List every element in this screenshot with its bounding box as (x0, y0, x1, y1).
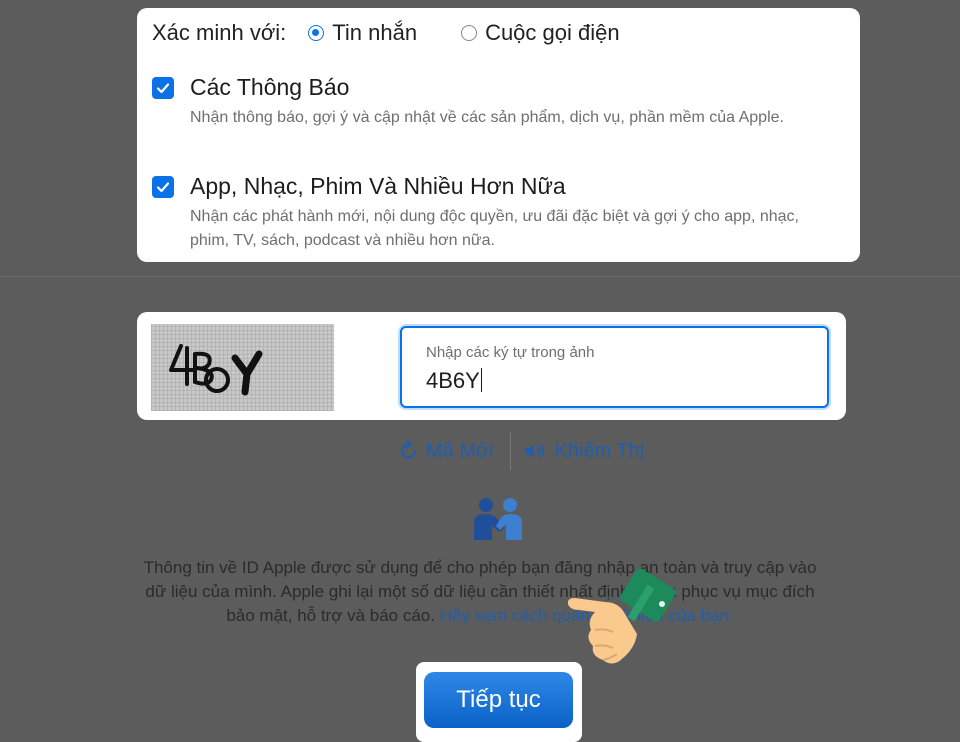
verify-method-row: Xác minh với: Tin nhắn Cuộc gọi điện (152, 20, 664, 46)
radio-text-message-label: Tin nhắn (332, 20, 418, 45)
announcements-description: Nhận thông báo, gợi ý và cập nhật về các… (190, 109, 784, 126)
radio-unselected-icon[interactable] (461, 25, 478, 41)
checkbox-announcements[interactable] (152, 77, 174, 99)
audio-captcha-button[interactable]: Khiếm Thị (523, 439, 645, 463)
refresh-icon (400, 440, 417, 459)
apps-music-description: Nhận các phát hành mới, nội dung độc quy… (190, 208, 799, 249)
captcha-actions: Mã Mới Khiếm Thị (398, 432, 644, 470)
pointing-hand-icon (567, 568, 677, 664)
announcements-title: Các Thông Báo (190, 74, 350, 100)
captcha-input[interactable]: Nhập các ký tự trong ảnh 4B6Y (400, 326, 829, 408)
options-card: Xác minh với: Tin nhắn Cuộc gọi điện Các… (137, 8, 860, 262)
continue-button[interactable]: Tiếp tục (424, 672, 573, 728)
actions-separator (509, 432, 511, 470)
apple-id-info: Thông tin về ID Apple được sử dụng để ch… (140, 556, 820, 628)
continue-highlight: Tiếp tục (416, 662, 582, 742)
radio-phone-call-label: Cuộc gọi điện (485, 20, 620, 45)
radio-selected-icon[interactable] (308, 25, 325, 41)
radio-phone-call[interactable]: Cuộc gọi điện (461, 20, 620, 46)
captcha-input-value[interactable]: 4B6Y (426, 368, 482, 394)
verify-method-label: Xác minh với: (152, 20, 287, 45)
audio-captcha-label: Khiếm Thị (554, 439, 645, 462)
checkbox-apps-music[interactable] (152, 176, 174, 198)
people-handshake-icon (474, 498, 522, 540)
new-code-button[interactable]: Mã Mới (398, 440, 494, 463)
checkbox-check-icon (156, 83, 170, 94)
captcha-image (151, 324, 334, 411)
captcha-input-label: Nhập các ký tự trong ảnh (426, 344, 595, 361)
apps-music-title: App, Nhạc, Phim Và Nhiều Hơn Nữa (190, 173, 566, 199)
checkbox-check-icon (156, 182, 170, 193)
speaker-icon (524, 444, 544, 458)
new-code-label: Mã Mới (426, 439, 494, 462)
captcha-card: Nhập các ký tự trong ảnh 4B6Y (137, 312, 846, 420)
text-caret (480, 368, 482, 392)
radio-text-message[interactable]: Tin nhắn (308, 20, 417, 46)
overlay-divider (0, 276, 960, 277)
